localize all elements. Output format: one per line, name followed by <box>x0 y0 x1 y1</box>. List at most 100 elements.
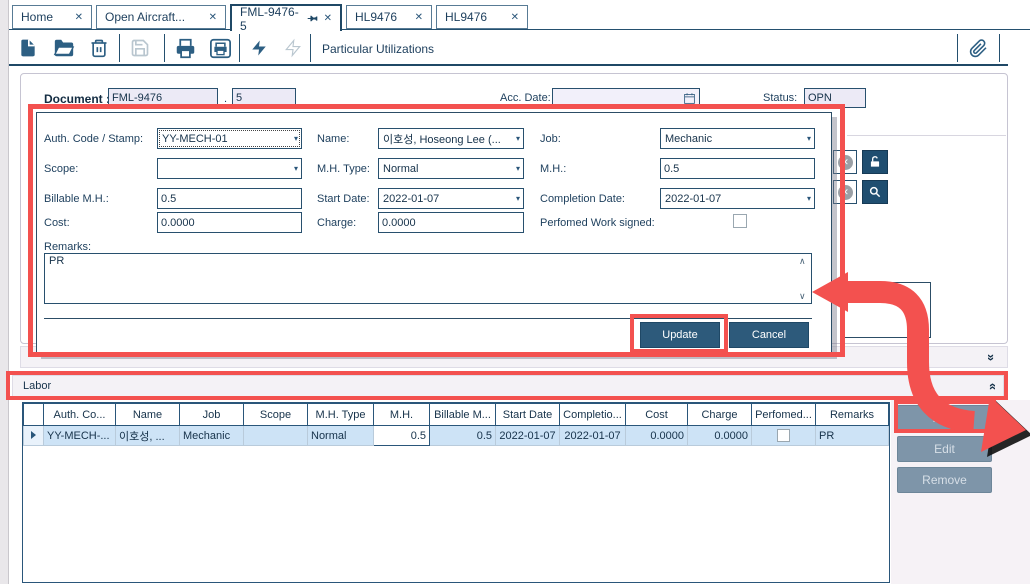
execute-icon[interactable] <box>248 36 270 60</box>
cell-performed[interactable] <box>752 426 816 446</box>
tab-hl9476-1[interactable]: HL9476 ✕ <box>346 5 432 29</box>
cell-mh-type[interactable]: Normal <box>308 426 374 446</box>
remove-button[interactable]: Remove <box>897 467 992 493</box>
toolbar-bottom-border <box>9 64 1008 66</box>
document-label: Document : <box>44 92 110 106</box>
acc-date-label: Acc. Date: <box>500 92 551 104</box>
row-selector-icon <box>31 431 36 439</box>
clear-field-button[interactable]: ✕ <box>833 180 857 204</box>
close-icon[interactable]: ✕ <box>75 12 83 23</box>
col-cost[interactable]: Cost <box>626 404 688 426</box>
cancel-button[interactable]: Cancel <box>729 322 809 348</box>
close-icon[interactable]: ✕ <box>415 12 423 23</box>
scroll-up-icon[interactable]: ∧ <box>799 257 806 266</box>
table-row[interactable]: YY-MECH-... 이호성, ... Mechanic Normal 0.5… <box>24 426 889 446</box>
tab-label: FML-9476-5 <box>240 5 301 33</box>
cell-billable[interactable]: 0.5 <box>430 426 496 446</box>
chevron-down-icon[interactable]: ▾ <box>294 134 298 143</box>
new-document-icon[interactable] <box>16 36 40 60</box>
col-completion[interactable]: Completio... <box>560 404 626 426</box>
cell-name[interactable]: 이호성, ... <box>116 426 180 446</box>
scope-combo[interactable]: ▾ <box>157 158 302 179</box>
print-icon[interactable] <box>173 36 197 60</box>
collapse-labor-icon[interactable]: » <box>985 383 998 390</box>
close-icon[interactable]: ✕ <box>511 12 519 23</box>
print-preview-icon[interactable] <box>207 36 233 60</box>
open-folder-icon[interactable] <box>52 36 76 60</box>
background-separator-line <box>847 135 1006 136</box>
document-number-field[interactable] <box>108 88 218 108</box>
cell-completion[interactable]: 2022-01-07 <box>560 426 626 446</box>
cost-field[interactable] <box>157 212 302 233</box>
col-start-date[interactable]: Start Date <box>496 404 560 426</box>
name-combo[interactable]: 이호성, Hoseong Lee (... ▾ <box>378 128 524 149</box>
chevron-down-icon[interactable]: ▾ <box>516 134 520 143</box>
tab-strip-underline <box>9 29 1030 30</box>
tab-fml-9476-5[interactable]: FML-9476-5 ✕ <box>230 4 342 31</box>
update-button[interactable]: Update <box>640 322 720 348</box>
scope-label: Scope: <box>44 163 78 175</box>
performed-work-signed-checkbox[interactable] <box>733 214 747 228</box>
col-charge[interactable]: Charge <box>688 404 752 426</box>
mh-type-combo[interactable]: Normal ▾ <box>378 158 524 179</box>
tab-open-aircraft[interactable]: Open Aircraft... ✕ <box>96 5 226 29</box>
chevron-down-icon[interactable]: ▾ <box>516 164 520 173</box>
cell-charge[interactable]: 0.0000 <box>688 426 752 446</box>
unlock-button[interactable] <box>862 150 888 174</box>
toolbar-separator <box>164 34 165 62</box>
col-job[interactable]: Job <box>180 404 244 426</box>
charge-field[interactable] <box>378 212 524 233</box>
labor-section-band[interactable]: Labor <box>12 375 1004 397</box>
performed-checkbox[interactable] <box>777 429 790 442</box>
scroll-down-icon[interactable]: ∨ <box>799 292 806 301</box>
expand-section-icon[interactable]: » <box>985 354 998 361</box>
attachment-icon[interactable] <box>966 36 990 60</box>
chevron-down-icon[interactable]: ▾ <box>294 164 298 173</box>
delete-icon[interactable] <box>87 36 111 60</box>
mh-field[interactable] <box>660 158 815 179</box>
calendar-icon[interactable] <box>683 92 696 105</box>
new-button[interactable]: New <box>897 405 992 431</box>
chevron-down-icon[interactable]: ▾ <box>807 194 811 203</box>
edit-button[interactable]: Edit <box>897 436 992 462</box>
col-performed[interactable]: Perfomed... <box>752 404 816 426</box>
cell-cost[interactable]: 0.0000 <box>626 426 688 446</box>
start-date-combo[interactable]: 2022-01-07 ▾ <box>378 188 524 209</box>
clear-field-button[interactable]: ✕ <box>833 150 857 174</box>
cell-scope[interactable] <box>244 426 308 446</box>
search-button[interactable] <box>862 180 888 204</box>
tab-home[interactable]: Home ✕ <box>12 5 92 29</box>
cell-auth[interactable]: YY-MECH-... <box>44 426 116 446</box>
clear-icon: ✕ <box>838 185 853 200</box>
cell-job[interactable]: Mechanic <box>180 426 244 446</box>
col-name[interactable]: Name <box>116 404 180 426</box>
col-auth[interactable]: Auth. Co... <box>44 404 116 426</box>
remarks-textarea[interactable]: PR <box>44 253 812 304</box>
close-icon[interactable]: ✕ <box>324 13 332 24</box>
col-remarks[interactable]: Remarks <box>816 404 889 426</box>
cell-remarks[interactable]: PR <box>816 426 889 446</box>
chevron-down-icon[interactable]: ▾ <box>516 194 520 203</box>
pin-icon[interactable] <box>307 13 318 24</box>
col-mh-type[interactable]: M.H. Type <box>308 404 374 426</box>
col-billable[interactable]: Billable M... <box>430 404 496 426</box>
tab-hl9476-2[interactable]: HL9476 ✕ <box>436 5 528 29</box>
acc-date-field[interactable] <box>552 88 700 108</box>
close-icon[interactable]: ✕ <box>209 12 217 23</box>
job-combo[interactable]: Mechanic ▾ <box>660 128 815 149</box>
cell-mh[interactable]: 0.5 <box>374 426 430 446</box>
cell-start-date[interactable]: 2022-01-07 <box>496 426 560 446</box>
billable-mh-field[interactable] <box>157 188 302 209</box>
auth-code-combo[interactable]: YY-MECH-01 ▾ <box>157 128 302 149</box>
col-scope[interactable]: Scope <box>244 404 308 426</box>
col-mh[interactable]: M.H. <box>374 404 430 426</box>
row-selector-cell[interactable] <box>24 426 44 446</box>
completion-date-combo[interactable]: 2022-01-07 ▾ <box>660 188 815 209</box>
start-date-label: Start Date: <box>317 193 370 205</box>
chevron-down-icon[interactable]: ▾ <box>807 134 811 143</box>
document-sub-field[interactable] <box>232 88 296 108</box>
job-label: Job: <box>540 133 561 145</box>
mh-type-label: M.H. Type: <box>317 163 370 175</box>
app-window: Home ✕ Open Aircraft... ✕ FML-9476-5 ✕ H… <box>0 0 1030 584</box>
tab-label: HL9476 <box>445 10 487 24</box>
